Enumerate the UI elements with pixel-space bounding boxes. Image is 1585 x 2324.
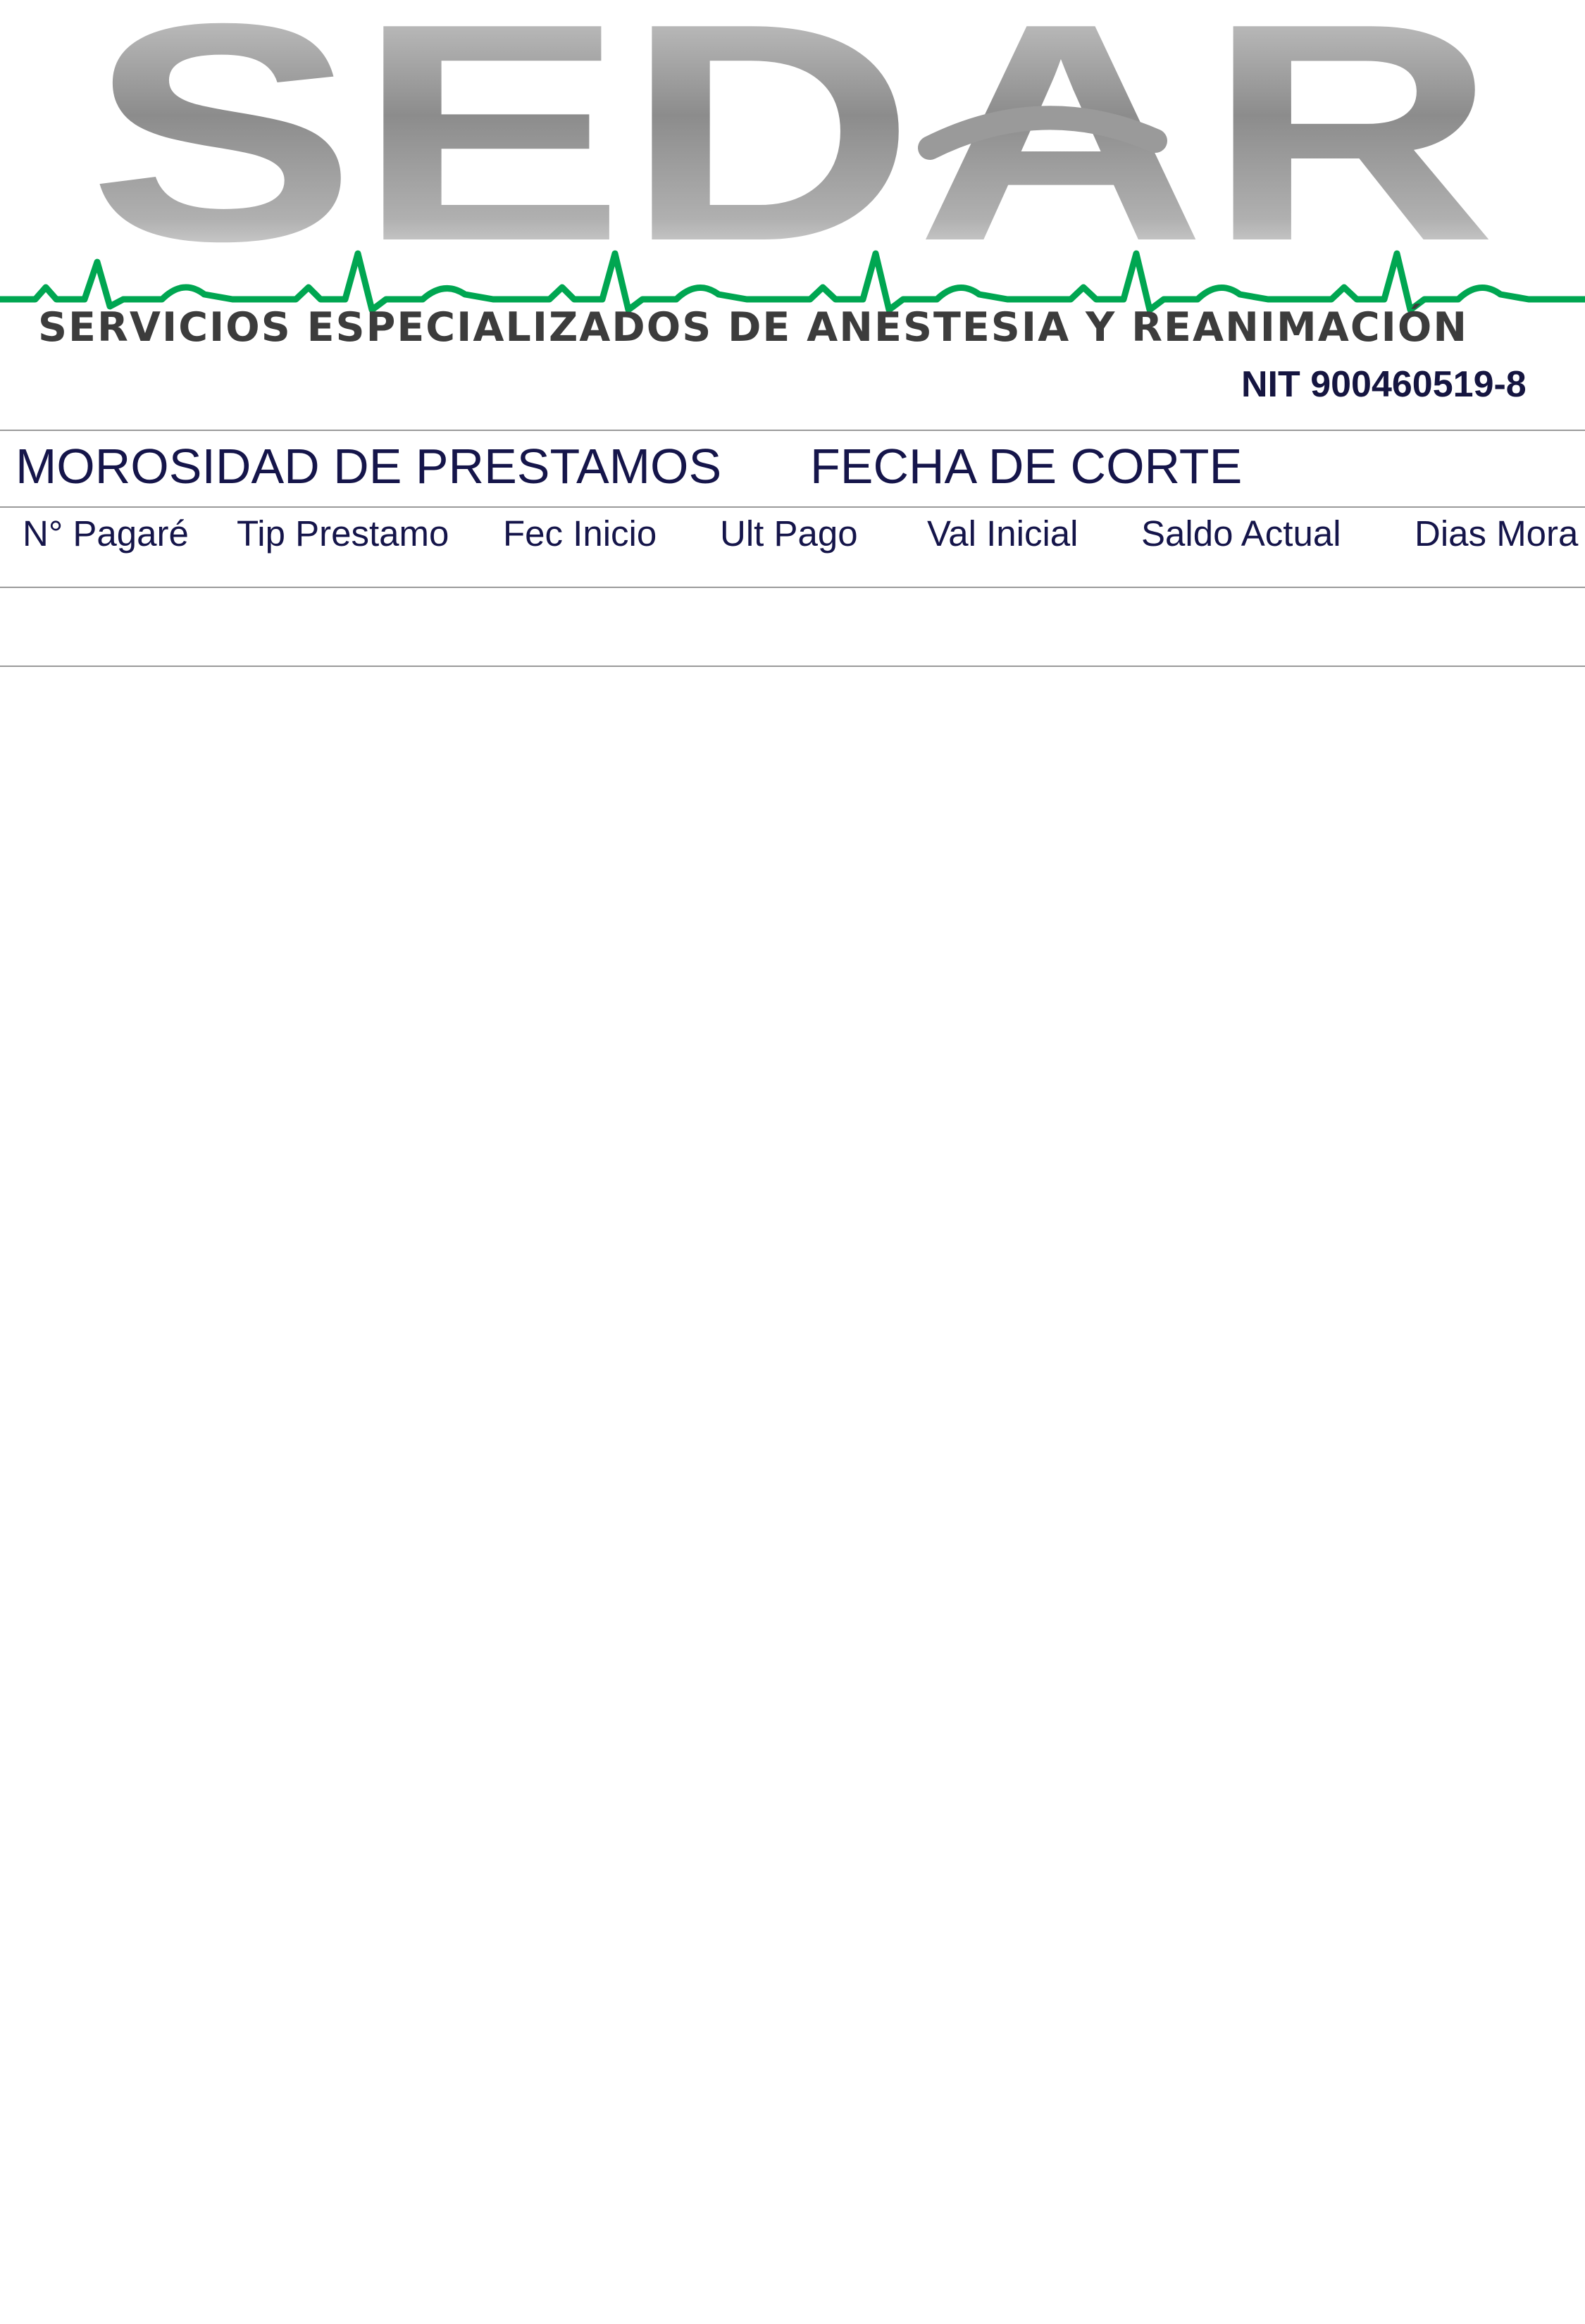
column-header-ultimo-pago: Ult Pago [720,513,858,554]
divider-title [0,506,1585,508]
cutoff-date-label: FECHA DE CORTE [810,439,1243,494]
column-header-tipo-prestamo: Tip Prestamo [237,513,449,554]
column-header-dias-mora: Dias Mora [1415,513,1579,554]
column-header-pagare: N° Pagaré [23,513,189,554]
divider-top [0,430,1585,431]
loans-table-body [0,589,1585,666]
company-nit: NIT 900460519-8 [1241,364,1527,405]
column-header-valor-inicial: Val Inicial [927,513,1079,554]
divider-header [0,587,1585,588]
column-header-saldo-actual: Saldo Actual [1141,513,1341,554]
divider-bottom [0,666,1585,667]
company-tagline: SERVICIOS ESPECIALIZADOS DE ANESTESIA Y … [38,304,1469,351]
report-title: MOROSIDAD DE PRESTAMOS [15,439,722,494]
column-header-fecha-inicio: Fec Inicio [503,513,657,554]
company-logo: SEDAR SERVICIOS ESPECIALIZADOS DE ANESTE… [0,0,1585,405]
logo-wordmark: SEDAR [88,0,1497,306]
